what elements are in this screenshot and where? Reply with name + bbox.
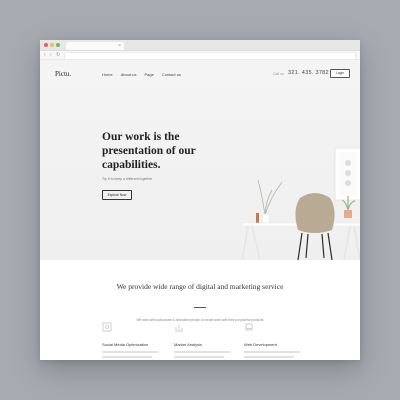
heading-divider bbox=[194, 307, 206, 308]
service-title: Web Development bbox=[244, 342, 277, 347]
back-icon[interactable]: ‹ bbox=[44, 51, 46, 59]
service-text-line bbox=[174, 356, 224, 358]
login-button[interactable]: Login bbox=[330, 69, 350, 78]
maximize-window-button[interactable] bbox=[56, 43, 60, 47]
service-title: Social Media Optimization bbox=[102, 342, 149, 347]
address-bar[interactable] bbox=[64, 52, 356, 60]
laptop-icon bbox=[245, 323, 253, 331]
browser-toolbar: ‹ › ↻ bbox=[40, 51, 360, 60]
forward-icon[interactable]: › bbox=[50, 51, 52, 59]
tab-close-icon[interactable]: × bbox=[118, 42, 121, 50]
services-subtitle: We work with passionate & dedicated peop… bbox=[136, 318, 264, 322]
nav-page[interactable]: Page bbox=[144, 72, 153, 77]
service-title: Market Analysis bbox=[174, 342, 203, 347]
nav-contact-us[interactable]: Contact us bbox=[162, 72, 181, 77]
service-text-line bbox=[174, 351, 230, 353]
branch-vase bbox=[257, 179, 283, 225]
nav-about-us[interactable]: About us bbox=[121, 72, 137, 77]
service-market-analysis: Market Analysis bbox=[174, 325, 238, 358]
share-icon bbox=[102, 322, 112, 332]
explore-now-button[interactable]: Explore Now bbox=[102, 190, 132, 200]
hero-section: Pictu. Home About us Page Contact us Cal… bbox=[40, 60, 360, 260]
web-page: Pictu. Home About us Page Contact us Cal… bbox=[40, 60, 360, 360]
service-text-line bbox=[102, 351, 158, 353]
chair bbox=[295, 193, 335, 260]
browser-tab[interactable]: × bbox=[66, 42, 124, 50]
candle bbox=[256, 213, 259, 223]
service-text-line bbox=[244, 356, 294, 358]
phone-number: 321. 435. 3782 bbox=[288, 70, 329, 76]
picture-frame bbox=[334, 147, 360, 201]
site-logo[interactable]: Pictu. bbox=[55, 70, 71, 78]
nav-home[interactable]: Home bbox=[102, 72, 113, 77]
browser-window: × ‹ › ↻ Pictu. Home About us Page Contac… bbox=[40, 40, 360, 360]
service-social-media-optimization: Social Media Optimization bbox=[102, 322, 166, 358]
reload-icon[interactable]: ↻ bbox=[56, 51, 60, 59]
chart-icon bbox=[175, 325, 183, 332]
browser-titlebar: × bbox=[40, 40, 360, 51]
services-heading: We provide wide range of digital and mar… bbox=[116, 282, 284, 291]
minimize-window-button[interactable] bbox=[50, 43, 54, 47]
service-text-line bbox=[244, 351, 300, 353]
main-nav: Home About us Page Contact us bbox=[102, 72, 181, 77]
close-window-button[interactable] bbox=[44, 43, 48, 47]
phone-label: Call us bbox=[273, 72, 284, 76]
desk-scene-illustration bbox=[241, 147, 360, 260]
service-web-development: Web Development bbox=[244, 323, 308, 358]
hero-subtitle: Try it to keep a different together bbox=[102, 177, 153, 181]
service-text-line bbox=[102, 356, 152, 358]
